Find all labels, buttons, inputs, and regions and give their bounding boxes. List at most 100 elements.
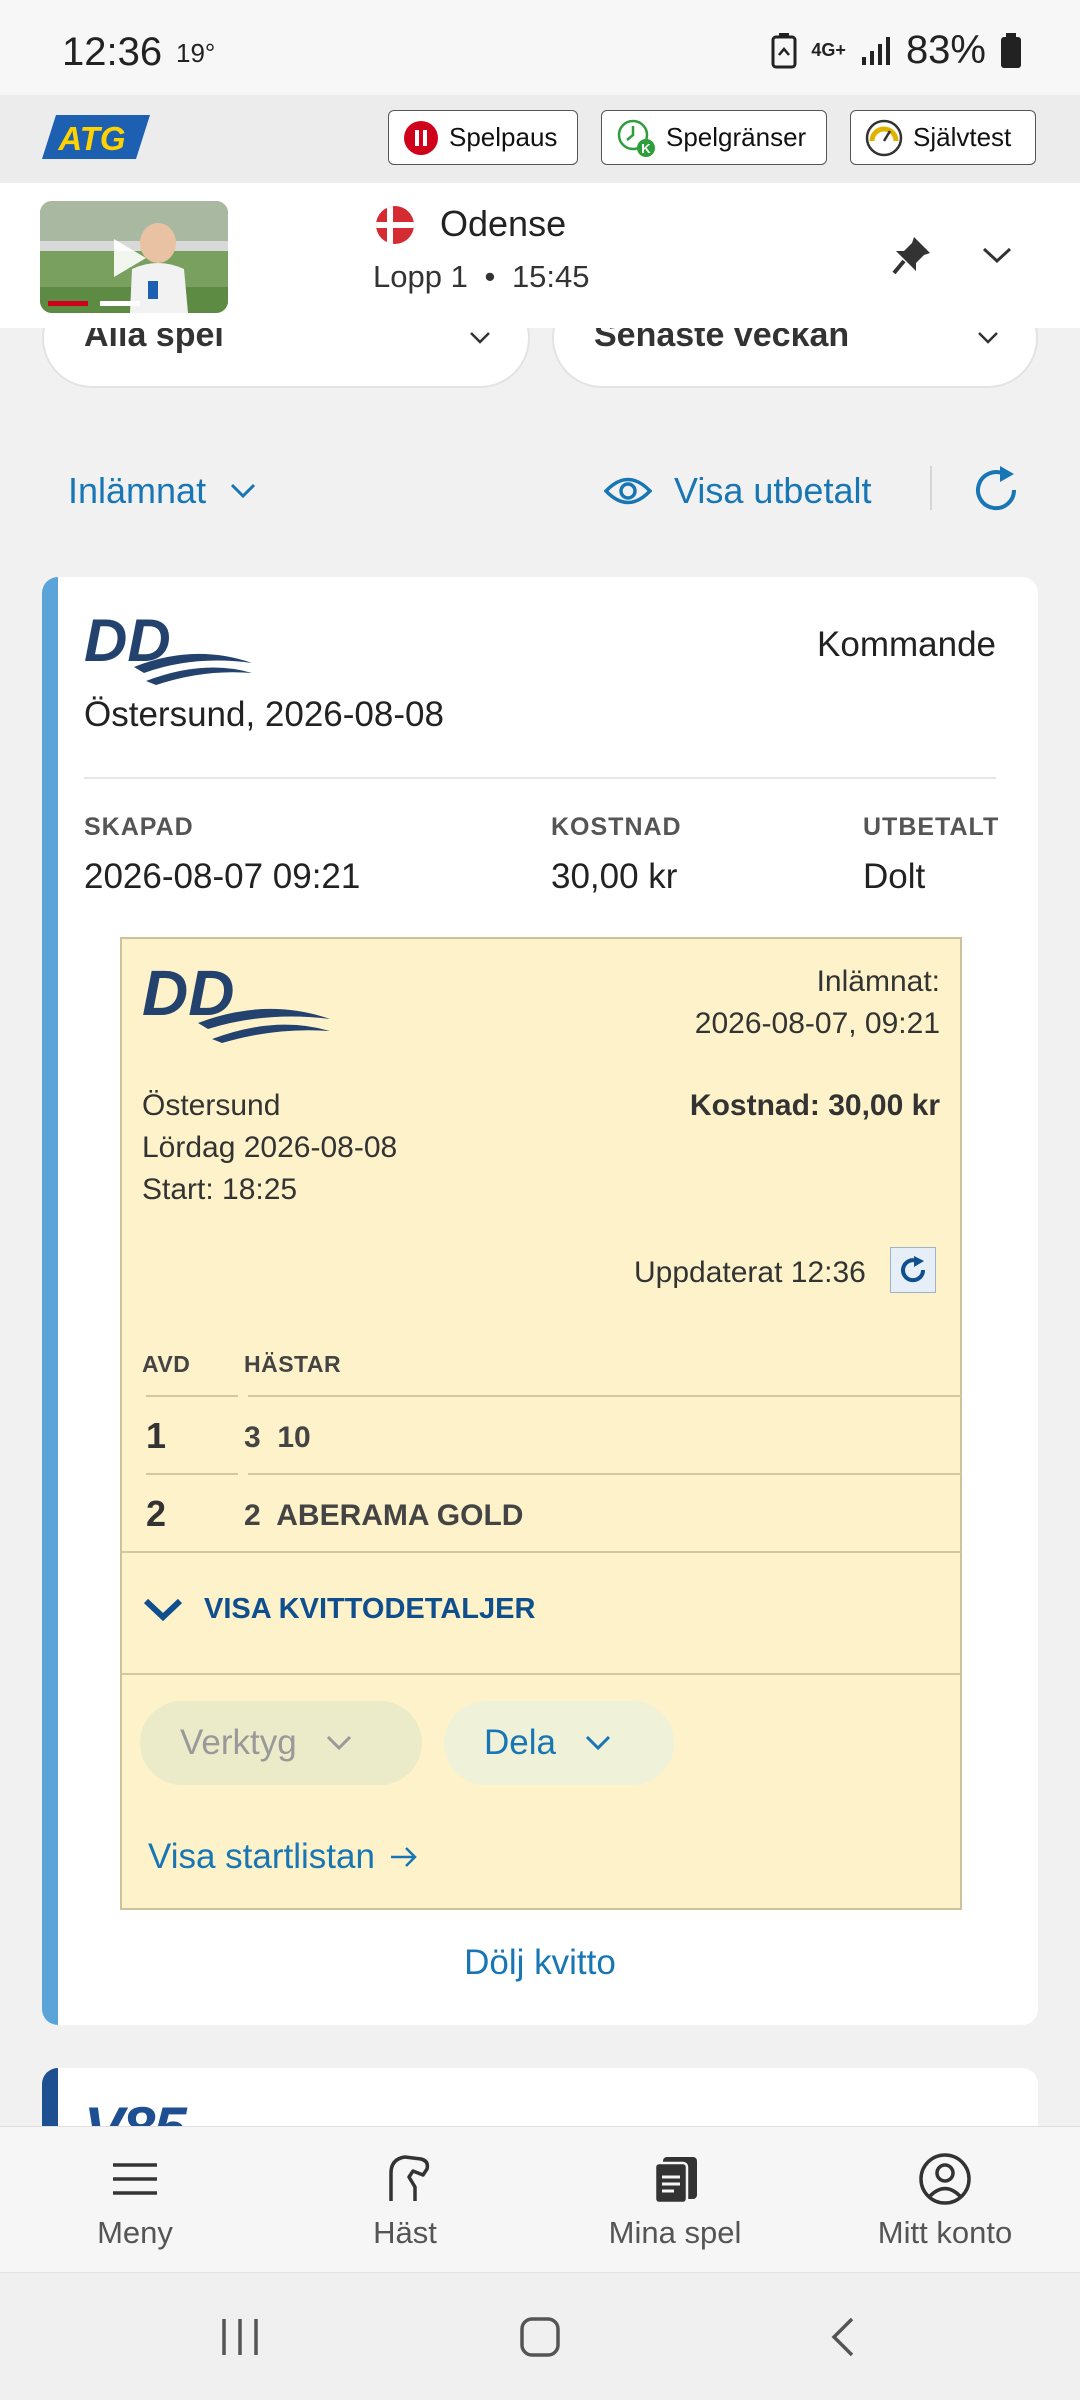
period-filter-label: Senaste veckan (594, 328, 850, 354)
nav-my-bets-label: Mina spel (608, 2215, 742, 2250)
sjalvtest-button[interactable]: Självtest (850, 110, 1036, 165)
refresh-icon (901, 1256, 926, 1283)
receipt-row-horses: 2 ABERAMA GOLD (244, 1499, 524, 1532)
arrow-right-icon (390, 1847, 417, 1867)
receipt-col-horses: HÄSTAR (244, 1351, 342, 1377)
show-receipt-details-label: VISA KVITTODETALJER (204, 1593, 536, 1625)
battery-icon (1001, 32, 1021, 68)
show-paid-toggle[interactable]: Visa utbetalt (604, 470, 871, 512)
paid-label: UTBETALT (863, 813, 1000, 841)
battery-percent: 83% (905, 28, 986, 72)
bet-card: DD Kommande Östersund, 2026-08-08 SKAPAD… (42, 577, 1038, 2025)
nav-menu[interactable]: Meny (0, 2127, 270, 2273)
bet-title: Östersund, 2026-08-08 (84, 695, 444, 734)
dd-receipt-logo: DD (142, 957, 330, 1043)
receipt-track: Östersund (142, 1089, 281, 1122)
cost-value: 30,00 kr (551, 857, 678, 896)
chevron-down-icon[interactable] (980, 243, 1014, 267)
created-label: SKAPAD (84, 813, 194, 841)
receipt-col-avd: AVD (142, 1351, 191, 1377)
live-video-thumbnail[interactable] (40, 201, 228, 313)
game-type-filter[interactable]: Alla spel (42, 328, 530, 388)
filter-bar: Alla spel Senaste veckan (0, 328, 1080, 388)
nav-horse-label: Häst (373, 2215, 437, 2250)
share-dropdown[interactable]: Dela (444, 1701, 674, 1785)
bottom-navigation: Meny Häst Mina spel Mitt konto (0, 2126, 1080, 2272)
gauge-icon (865, 119, 903, 156)
receipt-submitted-value: 2026-08-07, 09:21 (694, 1007, 940, 1040)
denmark-flag-icon (376, 206, 414, 244)
status-bar: 12:36 19° 4G+ 83% (0, 0, 1080, 95)
bet-status: Kommande (817, 625, 996, 664)
live-track-name: Odense (440, 203, 567, 244)
live-race-strip[interactable]: Odense Lopp 1 • 15:45 (0, 183, 1080, 328)
hide-receipt-link[interactable]: Dölj kvitto (42, 1943, 1038, 1983)
receipt-refresh-button[interactable] (890, 1247, 936, 1293)
receipt-updated: Uppdaterat 12:36 (634, 1256, 866, 1289)
start-list-link[interactable]: Visa startlistan (148, 1837, 419, 1877)
status-filter-label: Inlämnat (68, 470, 207, 511)
receipt-date: Lördag 2026-08-08 (142, 1131, 398, 1164)
status-temperature: 19° (176, 38, 216, 68)
horse-icon (389, 2155, 430, 2201)
chevron-down-icon (231, 483, 256, 499)
sjalvtest-label: Självtest (913, 122, 1012, 152)
menu-icon (113, 2163, 157, 2195)
status-time: 12:36 (62, 30, 163, 74)
live-race-time: 15:45 (511, 259, 590, 294)
my-bets-icon (653, 2157, 697, 2205)
bets-toolbar: Inlämnat Visa utbetalt (0, 440, 1080, 540)
spelgranser-button[interactable]: K Spelgränser (601, 110, 827, 165)
paid-value: Dolt (863, 857, 926, 896)
cost-label: KOSTNAD (551, 813, 682, 841)
receipt-row-avd: 1 (146, 1415, 167, 1456)
show-receipt-details-toggle[interactable]: VISA KVITTODETALJER (142, 1593, 535, 1626)
receipt-row-avd: 2 (146, 1493, 167, 1534)
receipt-start: Start: 18:25 (142, 1173, 298, 1206)
game-type-filter-label: Alla spel (84, 328, 224, 354)
recent-apps-icon[interactable] (218, 2317, 262, 2357)
receipt-cost: Kostnad: 30,00 kr (689, 1089, 940, 1122)
pin-icon[interactable] (890, 233, 934, 277)
chevron-down-icon (585, 1735, 611, 1751)
receipt-row-horses: 3 10 (244, 1421, 311, 1454)
back-icon[interactable] (826, 2315, 860, 2359)
network-type-label: 4G+ (811, 40, 846, 60)
period-filter[interactable]: Senaste veckan (552, 328, 1038, 388)
spelgranser-label: Spelgränser (666, 122, 807, 152)
svg-text:K: K (641, 141, 651, 156)
app-header: ATG Spelpaus K Spelgränser Självtest (0, 95, 1080, 183)
spelpaus-button[interactable]: Spelpaus (388, 110, 578, 165)
spelpaus-label: Spelpaus (449, 122, 558, 152)
eye-icon (604, 477, 652, 505)
nav-account[interactable]: Mitt konto (810, 2127, 1080, 2273)
card-separator (84, 777, 996, 779)
share-label: Dela (484, 1723, 556, 1762)
clock-k-icon: K (617, 119, 655, 157)
nav-menu-label: Meny (97, 2215, 173, 2250)
account-icon (919, 2153, 971, 2205)
live-race-number: Lopp 1 (373, 259, 468, 294)
chevron-down-icon (143, 1598, 183, 1621)
atg-logo[interactable]: ATG (42, 113, 150, 161)
tools-dropdown[interactable]: Verktyg (140, 1701, 422, 1785)
home-icon[interactable] (518, 2315, 562, 2359)
receipt: DD Inlämnat: 2026-08-07, 09:21 Östersund… (120, 937, 962, 1910)
svg-text:ATG: ATG (57, 120, 125, 157)
nav-account-label: Mitt konto (877, 2215, 1013, 2250)
toolbar-divider (930, 466, 932, 510)
created-value: 2026-08-07 09:21 (84, 857, 361, 896)
chevron-down-icon (978, 332, 998, 344)
pause-circle-icon (404, 120, 438, 155)
receipt-submitted-label: Inlämnat: (816, 965, 940, 998)
battery-saver-icon (771, 32, 797, 68)
nav-my-bets[interactable]: Mina spel (540, 2127, 810, 2273)
card-accent-stripe (42, 577, 58, 2025)
system-navigation-bar (0, 2272, 1080, 2400)
chevron-down-icon (326, 1735, 351, 1751)
dd-game-logo: DD (84, 607, 252, 685)
show-paid-label: Visa utbetalt (674, 470, 872, 511)
status-filter-dropdown[interactable]: Inlämnat (68, 470, 258, 512)
refresh-icon[interactable] (970, 464, 1022, 516)
nav-horse[interactable]: Häst (270, 2127, 540, 2273)
